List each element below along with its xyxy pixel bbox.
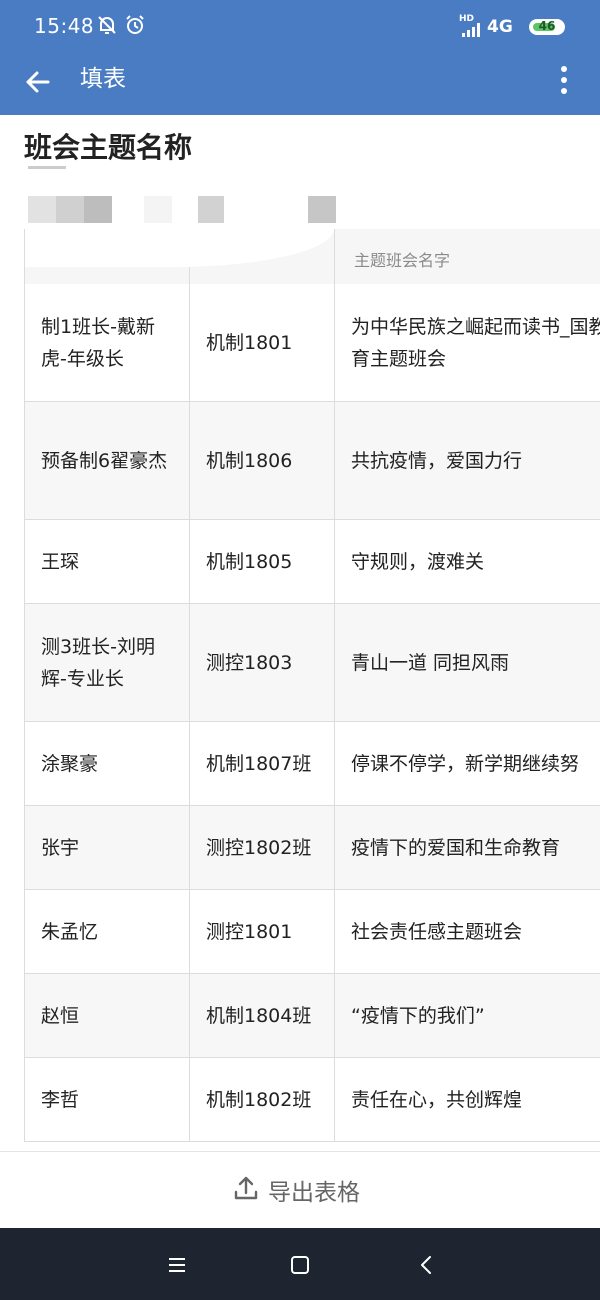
table-row[interactable]: 涂聚豪 机制1807班 停课不停学，新学期继续努 [25,722,600,806]
app-bar: 填表 [0,56,600,115]
table-row[interactable]: 赵恒 机制1804班 “疫情下的我们” [25,974,600,1058]
battery-icon: 46 [529,19,565,35]
data-table: 主题班会名字 制1班长-戴新虎-年级长 机制1801 为中华民族之崛起而读书_国… [24,229,600,1142]
cell-class: 机制1805 [190,520,335,603]
cell-name: 制1班长-戴新虎-年级长 [25,284,190,401]
cell-topic: 守规则，渡难关 [351,550,485,573]
network-type: 4G [487,17,513,37]
battery-level: 46 [538,19,556,33]
header-redaction [25,229,334,267]
signal-icon [462,22,484,41]
back-icon[interactable] [412,1252,442,1278]
cell-class: 机制1802班 [190,1058,335,1141]
alarm-icon [124,14,146,40]
cell-name: 测3班长-刘明辉-专业长 [25,604,190,721]
status-time: 15:48 [34,14,95,38]
bell-off-icon [96,14,118,40]
app-bar-title: 填表 [80,66,126,92]
header-topic: 主题班会名字 [354,251,451,270]
cell-name: 预备制6翟豪杰 [25,402,190,519]
menu-icon[interactable] [162,1252,192,1278]
cell-class: 机制1804班 [190,974,335,1057]
cell-class: 测控1803 [190,604,335,721]
table-row[interactable]: 预备制6翟豪杰 机制1806 共抗疫情，爱国力行 [25,402,600,520]
cell-class: 测控1802班 [190,806,335,889]
table-row[interactable]: 王琛 机制1805 守规则，渡难关 [25,520,600,604]
title-underline [28,166,66,169]
cell-class: 机制1807班 [190,722,335,805]
export-bar: 导出表格 [0,1151,600,1229]
cell-class: 机制1806 [190,402,335,519]
page-title: 班会主题名称 [24,131,193,164]
more-vertical-icon[interactable] [550,62,578,98]
cell-topic: 为中华民族之崛起而读书_国教育主题班会 [335,284,600,401]
cell-topic-text: 为中华民族之崛起而读书_国教育主题班会 [351,315,600,370]
cell-topic: 疫情下的爱国和生命教育 [351,836,561,859]
table-row[interactable]: 张宇 测控1802班 疫情下的爱国和生命教育 [25,806,600,890]
status-bar: 15:48 HD 4G 46 [0,0,600,56]
export-label: 导出表格 [268,1180,360,1206]
export-table-button[interactable]: 导出表格 [232,1170,360,1210]
cell-class: 测控1801 [190,890,335,973]
cell-topic: 青山一道 同担风雨 [351,651,510,674]
cell-topic: “疫情下的我们” [351,1004,485,1027]
table-row[interactable]: 测3班长-刘明辉-专业长 测控1803 青山一道 同担风雨 [25,604,600,722]
cell-topic: 共抗疫情，爱国力行 [351,449,523,472]
table-row[interactable]: 制1班长-戴新虎-年级长 机制1801 为中华民族之崛起而读书_国教育主题班会 [25,284,600,402]
cell-topic: 责任在心，共创辉煌 [351,1088,523,1111]
cell-topic: 停课不停学，新学期继续努 [351,752,580,775]
table-row[interactable]: 朱孟忆 测控1801 社会责任感主题班会 [25,890,600,974]
cell-name: 涂聚豪 [25,722,190,805]
cell-topic: 社会责任感主题班会 [351,920,523,943]
system-nav-bar [0,1228,600,1300]
table-header: 主题班会名字 [25,229,600,285]
arrow-left-icon[interactable] [20,64,56,100]
home-icon[interactable] [285,1252,315,1278]
cell-name: 张宇 [25,806,190,889]
redacted-info [28,196,348,223]
cell-name: 王琛 [25,520,190,603]
cell-name: 朱孟忆 [25,890,190,973]
cell-name: 李哲 [25,1058,190,1141]
cell-class: 机制1801 [190,284,335,401]
upload-icon [232,1174,260,1206]
cell-name: 赵恒 [25,974,190,1057]
top-app-bar: 15:48 HD 4G 46 填表 [0,0,600,115]
table-row[interactable]: 李哲 机制1802班 责任在心，共创辉煌 [25,1058,600,1141]
